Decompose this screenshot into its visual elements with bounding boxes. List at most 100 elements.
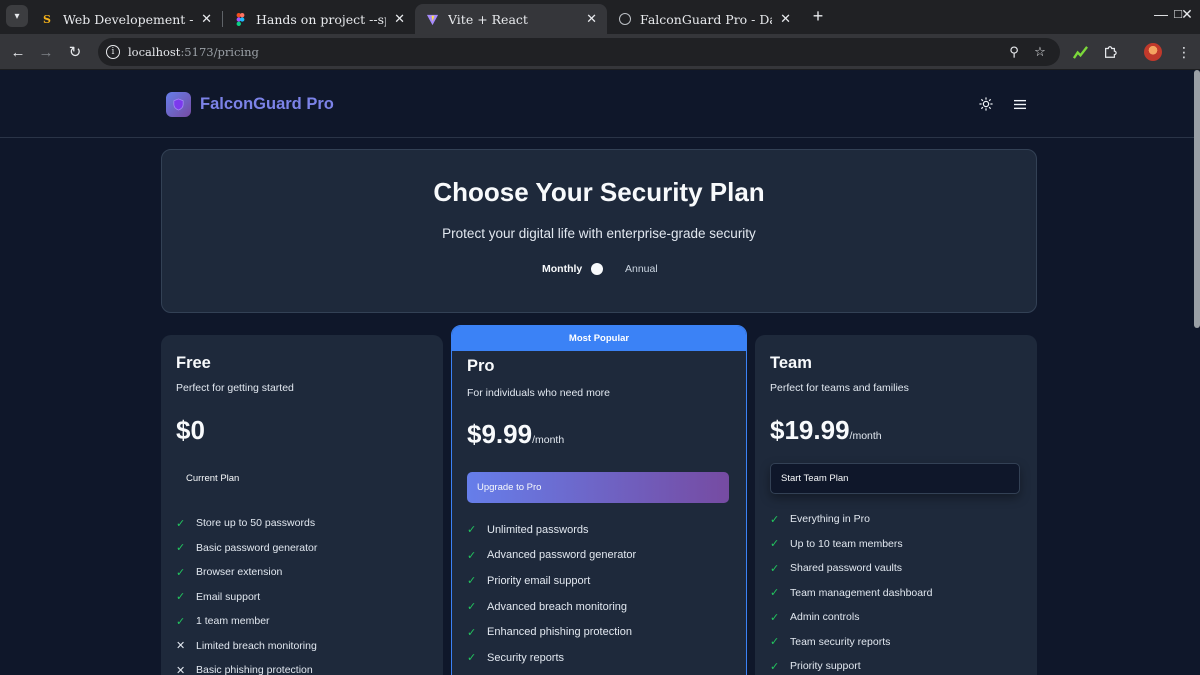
new-tab-plus-icon[interactable]: +: [808, 6, 828, 26]
pricing-page: FalconGuard Pro Choose Your Security Pla…: [0, 70, 1194, 675]
feature-item: ✓ Security reports: [467, 651, 565, 665]
sun-icon[interactable]: [975, 93, 997, 115]
check-icon: ✓: [176, 542, 186, 555]
cross-icon: ✕: [176, 664, 186, 675]
plan-description: For individuals who need more: [467, 387, 610, 399]
feature-item: ✕ Basic phishing protection: [176, 664, 313, 675]
page-scrollbar[interactable]: [1194, 70, 1200, 328]
check-icon: ✓: [770, 562, 780, 575]
feature-item: ✓ Everything in Pro: [770, 513, 870, 526]
close-tab-icon[interactable]: ✕: [780, 12, 791, 27]
feature-item: ✓ Priority support: [770, 660, 861, 673]
browser-menu-kebab-icon[interactable]: ⋮: [1174, 42, 1194, 62]
feature-item: ✓ Admin controls: [770, 611, 860, 624]
forward-arrow-icon[interactable]: →: [36, 42, 56, 62]
extensions-puzzle-icon[interactable]: [1100, 42, 1120, 62]
page-title: Choose Your Security Plan: [433, 177, 765, 207]
feature-item: ✓ Store up to 50 passwords: [176, 517, 316, 530]
close-window-icon[interactable]: ✕: [1177, 6, 1197, 23]
feature-item: ✓ Advanced breach monitoring: [467, 600, 628, 614]
url-path: :5173/pricing: [180, 45, 259, 59]
feature-list: ✓ Everything in Pro ✓ Up to 10 team member…: [770, 507, 932, 675]
cross-icon: ✕: [176, 640, 186, 653]
plan-description: Perfect for getting started: [176, 382, 294, 394]
pricing-hero: Choose Your Security Plan Protect your d…: [161, 149, 1037, 313]
plan-price: $0: [176, 415, 205, 446]
billing-period-toggle: Monthly Annual: [162, 261, 1036, 279]
plan-description: Perfect for teams and families: [770, 382, 909, 394]
feature-item: ✓ Shared password vaults: [770, 562, 903, 575]
vite-logo-icon: [425, 12, 439, 26]
plan-name: Pro: [467, 357, 495, 375]
reload-icon[interactable]: ↻: [65, 42, 85, 62]
price-period: /month: [532, 434, 565, 446]
feature-list: ✓ Unlimited passwords ✓ Advanced password …: [467, 517, 636, 671]
profile-avatar[interactable]: [1144, 43, 1162, 61]
shield-logo-icon[interactable]: [166, 92, 191, 117]
check-icon: ✓: [467, 652, 477, 665]
plan-price: $19.99/month: [770, 415, 882, 446]
plan-card-team: Team Perfect for teams and families $19.…: [755, 335, 1037, 675]
current-plan-button[interactable]: Current Plan: [176, 463, 426, 494]
plan-name: Free: [176, 354, 211, 372]
price-period: /month: [849, 430, 882, 442]
site-header: FalconGuard Pro: [0, 70, 1194, 138]
start-team-plan-button[interactable]: Start Team Plan: [770, 463, 1020, 494]
address-bar[interactable]: i localhost:5173/pricing ⚲ ☆: [98, 38, 1060, 66]
brand-name[interactable]: FalconGuard Pro: [200, 95, 334, 114]
tab-search-dropdown-icon[interactable]: ▾: [6, 5, 28, 27]
check-icon: ✓: [467, 524, 477, 537]
check-icon: ✓: [770, 660, 780, 673]
feature-item: ✓ Basic password generator: [176, 541, 318, 555]
feature-item: ✕ Limited breach monitoring: [176, 639, 317, 653]
feature-item: ✓ Enhanced phishing protection: [467, 626, 632, 639]
feature-item: ✓ 1 team member: [176, 615, 270, 628]
billing-monthly-label[interactable]: Monthly: [542, 263, 582, 275]
sketch-style-logo-icon: S: [43, 12, 51, 26]
feature-item: ✓ Team security reports: [770, 635, 891, 649]
close-tab-icon[interactable]: ✕: [394, 12, 405, 27]
bookmark-star-icon[interactable]: ☆: [1032, 44, 1048, 60]
check-icon: ✓: [176, 615, 186, 628]
browser-tab-spotify-project[interactable]: Hands on project --spotify- ✕: [223, 4, 415, 34]
extension-chart-icon[interactable]: [1070, 42, 1090, 62]
price-amount: $9.99: [467, 419, 533, 449]
check-icon: ✓: [176, 591, 186, 604]
plan-price: $9.99/month: [467, 419, 564, 450]
feature-item: ✓ Browser extension: [176, 566, 283, 579]
zoom-magnifier-icon[interactable]: ⚲: [1006, 44, 1022, 60]
check-icon: ✓: [467, 601, 477, 614]
check-icon: ✓: [770, 538, 780, 551]
feature-item: ✓ Up to 10 team members: [770, 537, 903, 551]
feature-item: ✓ Unlimited passwords: [467, 523, 589, 537]
browser-tab-web-development[interactable]: S Web Developement - Digita ✕: [30, 4, 222, 34]
check-icon: ✓: [770, 636, 780, 649]
billing-toggle-switch[interactable]: [591, 263, 603, 275]
feature-list: ✓ Store up to 50 passwords ✓ Basic passwor…: [176, 511, 317, 675]
plan-card-pro: Most Popular Pro For individuals who nee…: [451, 325, 747, 675]
plan-name: Team: [770, 354, 812, 372]
billing-annual-label[interactable]: Annual: [625, 263, 658, 275]
plan-card-free: Free Perfect for getting started $0 Curr…: [161, 335, 443, 675]
browser-tab-vite-react[interactable]: Vite + React ✕: [415, 4, 607, 34]
close-tab-icon[interactable]: ✕: [201, 12, 212, 27]
globe-icon: [619, 13, 631, 25]
browser-toolbar: ← → ↻ i localhost:5173/pricing ⚲ ☆ ⋮: [0, 34, 1200, 70]
address-url[interactable]: localhost:5173/pricing: [128, 45, 259, 59]
browser-tab-falconguard-day22[interactable]: FalconGuard Pro - Day 22 D ✕: [609, 4, 801, 34]
site-info-icon[interactable]: i: [106, 45, 120, 59]
figma-logo-icon: [233, 12, 247, 26]
close-tab-icon[interactable]: ✕: [586, 12, 597, 27]
most-popular-badge: Most Popular: [452, 326, 746, 351]
back-arrow-icon[interactable]: ←: [8, 42, 28, 62]
hamburger-menu-icon[interactable]: [1009, 93, 1031, 115]
check-icon: ✓: [770, 611, 780, 624]
upgrade-to-pro-button[interactable]: Upgrade to Pro: [467, 472, 729, 503]
feature-item: ✓ Advanced password generator: [467, 549, 637, 562]
check-icon: ✓: [467, 575, 477, 588]
feature-item: ✓ Team management dashboard: [770, 586, 933, 600]
url-host: localhost: [128, 45, 181, 59]
check-icon: ✓: [176, 566, 186, 579]
feature-item: ✓ Priority email support: [467, 574, 591, 588]
price-amount: $0: [176, 415, 205, 445]
